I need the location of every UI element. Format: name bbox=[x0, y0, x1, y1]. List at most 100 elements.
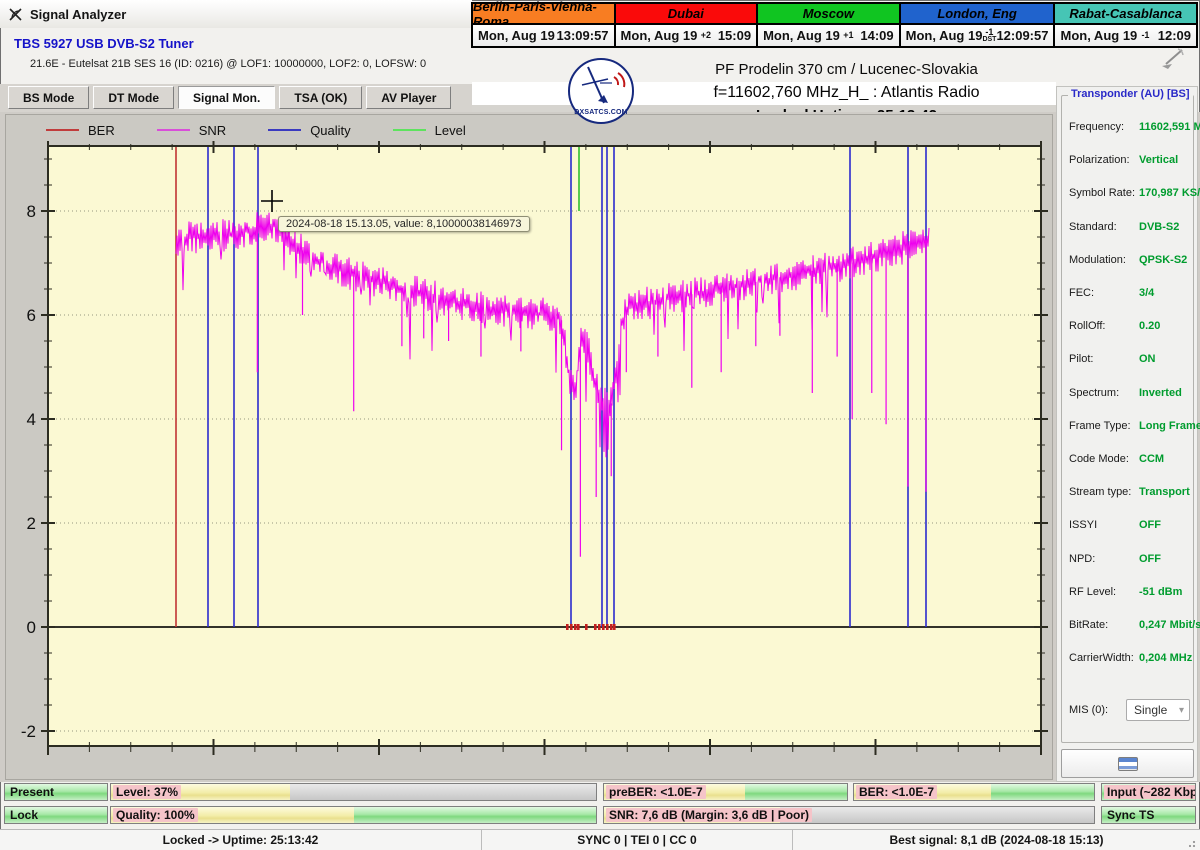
ber-mark bbox=[602, 624, 605, 630]
meter-label: Quality: 100% bbox=[113, 808, 198, 822]
tab-av-player[interactable]: AV Player bbox=[366, 86, 451, 109]
ber-mark bbox=[606, 624, 609, 630]
clock-0: Berlin-Paris-Vienna-Roma Mon, Aug 1913:09… bbox=[473, 4, 616, 46]
ber-mark bbox=[570, 624, 573, 630]
dish-location-text: PF Prodelin 370 cm / Lucenec-Slovakia bbox=[637, 48, 1056, 78]
ytick-label-6: 6 bbox=[27, 306, 36, 325]
clock-4: Rabat-CasablancaMon, Aug 19-112:09 bbox=[1055, 4, 1196, 46]
window-title: Signal Analyzer bbox=[30, 7, 126, 22]
tp-field-frequency-: Frequency:11602,591 MHz bbox=[1069, 121, 1189, 137]
ber-mark bbox=[598, 624, 601, 630]
tp-field-pilot-: Pilot:ON bbox=[1069, 353, 1189, 369]
clock-3: London, EngMon, Aug 19-1DST12:09:57 bbox=[901, 4, 1056, 46]
tab-dt-mode[interactable]: DT Mode bbox=[93, 86, 174, 109]
mini-dish-icon bbox=[1152, 46, 1192, 70]
transponder-panel: Transponder (AU) [BS] Frequency:11602,59… bbox=[1056, 86, 1198, 782]
ber-mark bbox=[585, 624, 588, 630]
ts-record-button[interactable] bbox=[1061, 749, 1194, 778]
frequency-title-text: f=11602,760 MHz_H_ : Atlantis Radio bbox=[637, 82, 1056, 102]
tab-tsa-ok-[interactable]: TSA (OK) bbox=[279, 86, 362, 109]
clock-city: Moscow bbox=[758, 4, 899, 25]
ber-mark bbox=[574, 624, 577, 630]
meter-sync-ts: Sync TS bbox=[1101, 806, 1196, 824]
ber-mark bbox=[613, 624, 616, 630]
transponder-groupbox: Transponder (AU) [BS] Frequency:11602,59… bbox=[1061, 95, 1194, 743]
mis-dropdown[interactable]: Single ▾ bbox=[1126, 699, 1190, 721]
world-clocks: Berlin-Paris-Vienna-RomaMon, Aug 1913:09… bbox=[471, 2, 1198, 48]
meter-label: BER: <1.0E-7 bbox=[856, 785, 937, 799]
ytick-label-0: 0 bbox=[27, 618, 36, 637]
tab-signal-mon-[interactable]: Signal Mon. bbox=[178, 86, 275, 109]
ytick-label-8: 8 bbox=[27, 202, 36, 221]
transponder-title: Transponder (AU) [BS] bbox=[1068, 88, 1193, 100]
meter-label: Present bbox=[7, 785, 57, 799]
clock-date: Mon, Aug 19 bbox=[763, 28, 840, 43]
signal-chart-panel: BERSNRQualityLevel 86420-2 2024-08-18 15… bbox=[5, 114, 1053, 780]
status-locked-uptime: Locked -> Uptime: 25:13:42 bbox=[0, 830, 482, 850]
signal-chart[interactable]: 86420-2 bbox=[6, 115, 1054, 781]
ber-mark bbox=[610, 624, 613, 630]
meter-present: Present bbox=[4, 783, 108, 801]
clock-city: Dubai bbox=[616, 4, 757, 25]
tp-field-carrierwidth-: CarrierWidth:0,204 MHz bbox=[1069, 652, 1189, 668]
disk-icon bbox=[1118, 757, 1138, 771]
tp-field-modulation-: Modulation:QPSK-S2 bbox=[1069, 254, 1189, 270]
tp-field-fec-: FEC:3/4 bbox=[1069, 287, 1189, 303]
mode-tabs: BS ModeDT ModeSignal Mon.TSA (OK)AV Play… bbox=[8, 86, 451, 109]
clock-time: 13:09:57 bbox=[556, 28, 608, 43]
clock-time: 12:09:57 bbox=[996, 28, 1048, 43]
status-sync-counters: SYNC 0 | TEI 0 | CC 0 bbox=[482, 830, 793, 850]
meter-label: Input (~282 Kbps) bbox=[1104, 785, 1196, 799]
tuner-name: TBS 5927 USB DVB-S2 Tuner bbox=[14, 36, 194, 51]
tp-field-standard-: Standard:DVB-S2 bbox=[1069, 221, 1189, 237]
clock-1: Dubai Mon, Aug 19+2 15:09 bbox=[616, 4, 759, 46]
clock-offset: -1 bbox=[1141, 32, 1149, 39]
ber-mark bbox=[594, 624, 597, 630]
ytick-label-2: 2 bbox=[27, 514, 36, 533]
meter-label: preBER: <1.0E-7 bbox=[606, 785, 706, 799]
clock-2: MoscowMon, Aug 19+114:09 bbox=[758, 4, 901, 46]
mis-row: MIS (0): Single ▾ bbox=[1069, 704, 1191, 716]
satellite-dish-logo-art bbox=[574, 63, 632, 111]
meter-preber: preBER: <1.0E-7 bbox=[603, 783, 848, 801]
tp-field-spectrum-: Spectrum:Inverted bbox=[1069, 387, 1189, 403]
tp-field-frame-type-: Frame Type:Long Frame bbox=[1069, 420, 1189, 436]
tp-field-bitrate-: BitRate:0,247 Mbit/s bbox=[1069, 619, 1189, 635]
clock-date: Mon, Aug 19 bbox=[1060, 28, 1137, 43]
resize-grip[interactable] bbox=[1189, 839, 1197, 847]
meter-ber: BER: <1.0E-7 bbox=[853, 783, 1095, 801]
clock-offset: +1 bbox=[843, 32, 853, 39]
meter-row-2: Lock Quality: 100% SNR: 7,6 dB (Margin: 3,… bbox=[0, 806, 1200, 824]
clock-city: London, Eng bbox=[901, 4, 1054, 25]
meter-label: Sync TS bbox=[1104, 808, 1157, 822]
status-bar: Locked -> Uptime: 25:13:42 SYNC 0 | TEI … bbox=[0, 829, 1200, 850]
tab-bs-mode[interactable]: BS Mode bbox=[8, 86, 89, 109]
meter-snr: SNR: 7,6 dB (Margin: 3,6 dB | Poor) bbox=[603, 806, 1095, 824]
meter-row-1: Present Level: 37% preBER: <1.0E-7 BER: <1.… bbox=[0, 783, 1200, 801]
meter-label: SNR: 7,6 dB (Margin: 3,6 dB | Poor) bbox=[606, 808, 812, 822]
clock-date: Mon, Aug 19 bbox=[906, 28, 983, 43]
clock-date: Mon, Aug 19 bbox=[478, 28, 555, 43]
chevron-down-icon: ▾ bbox=[1179, 705, 1184, 716]
tp-field-polarization-: Polarization:Vertical bbox=[1069, 154, 1189, 170]
title-bar: Signal Analyzer bbox=[0, 0, 472, 28]
clock-time: 15:09 bbox=[718, 28, 751, 43]
mis-label: MIS (0): bbox=[1069, 704, 1108, 716]
tp-field-code-mode-: Code Mode:CCM bbox=[1069, 453, 1189, 469]
tp-field-rolloff-: RollOff:0.20 bbox=[1069, 320, 1189, 336]
clock-date: Mon, Aug 19 bbox=[621, 28, 698, 43]
clock-city: Rabat-Casablanca bbox=[1055, 4, 1196, 25]
clock-city: Berlin-Paris-Vienna-Roma bbox=[473, 4, 614, 25]
meter-input-282-kbps-: Input (~282 Kbps) bbox=[1101, 783, 1196, 801]
signal-analyzer-window: Signal Analyzer Berlin-Paris-Vienna-Roma… bbox=[0, 0, 1200, 850]
clock-offset: +2 bbox=[701, 32, 711, 39]
meter-quality: Quality: 100% bbox=[110, 806, 597, 824]
status-best-signal: Best signal: 8,1 dB (2024-08-18 15:13) bbox=[793, 830, 1200, 850]
tuner-details: 21.6E - Eutelsat 21B SES 16 (ID: 0216) @… bbox=[30, 58, 426, 70]
ber-mark bbox=[577, 624, 580, 630]
meter-label: Lock bbox=[7, 808, 41, 822]
meter-label: Level: 37% bbox=[113, 785, 181, 799]
tp-field-symbol-rate-: Symbol Rate:170,987 KS/s bbox=[1069, 187, 1189, 203]
tp-field-issyi: ISSYIOFF bbox=[1069, 519, 1189, 535]
meter-lock: Lock bbox=[4, 806, 108, 824]
